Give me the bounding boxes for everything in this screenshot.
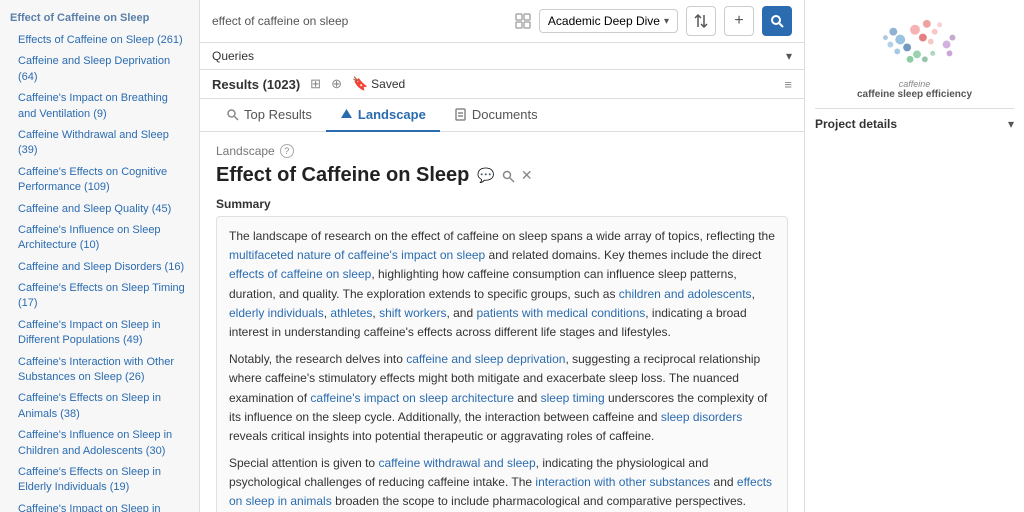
project-details-label: Project details (815, 117, 897, 131)
sidebar-item[interactable]: Effects of Caffeine on Sleep (261) (0, 30, 199, 51)
effect-action-icons: 💬 ✕ (477, 167, 532, 184)
resize-icon (515, 13, 531, 29)
sidebar-item[interactable]: Caffeine's Effects on Sleep in Elderly I… (0, 462, 199, 499)
summary-para-3: Special attention is given to caffeine w… (229, 454, 775, 512)
right-panel: caffeine caffeine sleep efficiency Proje… (804, 0, 1024, 512)
sidebar-item[interactable]: Caffeine Withdrawal and Sleep (39) (0, 125, 199, 162)
plus-icon: + (734, 12, 743, 30)
tabs-container: Top Results Landscape Documents (200, 99, 804, 132)
share-icon[interactable]: ⊕ (331, 76, 342, 92)
sidebar-item[interactable]: Caffeine and Sleep Disorders (16) (0, 257, 199, 278)
landscape-tab-icon (340, 108, 353, 121)
saved-badge[interactable]: 🔖 Saved (352, 76, 405, 92)
tab-documents[interactable]: Documents (440, 99, 552, 132)
expand-icon[interactable]: ⊞ (310, 76, 321, 92)
sidebar-item[interactable]: Caffeine's Effects on Cognitive Performa… (0, 162, 199, 199)
sidebar-item[interactable]: Caffeine's Impact on Breathing and Venti… (0, 88, 199, 125)
logo-area: caffeine caffeine sleep efficiency (815, 10, 1014, 100)
summary-para-1: The landscape of research on the effect … (229, 227, 775, 342)
project-details-arrow-icon: ▾ (1008, 117, 1014, 131)
sidebar-item[interactable]: Caffeine's Influence on Sleep Architectu… (0, 220, 199, 257)
results-bar: Results (1023) ⊞ ⊕ 🔖 Saved ≡ (200, 70, 804, 99)
landscape-section-header: Landscape ? (216, 144, 788, 158)
sidebar-item[interactable]: Caffeine and Sleep Quality (45) (0, 199, 199, 220)
tab-documents-label: Documents (472, 107, 538, 122)
effect-card: Effect of Caffeine on Sleep 💬 ✕ Summary … (216, 164, 788, 512)
summary-box: The landscape of research on the effect … (216, 216, 788, 512)
academic-deep-dive-dropdown[interactable]: Academic Deep Dive ▾ (539, 9, 678, 33)
tab-top-results-label: Top Results (244, 107, 312, 122)
queries-arrow-icon: ▾ (786, 49, 792, 63)
search-tab-icon (226, 108, 239, 121)
comment-icon[interactable]: 💬 (477, 167, 494, 184)
search-button[interactable] (762, 6, 792, 36)
sidebar-item[interactable]: Caffeine's Effects on Sleep in Animals (… (0, 388, 199, 425)
compare-icon-button[interactable] (686, 6, 716, 36)
effect-title: Effect of Caffeine on Sleep (216, 164, 469, 187)
project-details-bar[interactable]: Project details ▾ (815, 108, 1014, 131)
effect-title-row: Effect of Caffeine on Sleep 💬 ✕ (216, 164, 788, 187)
tab-landscape[interactable]: Landscape (326, 99, 440, 132)
sidebar-item[interactable]: Caffeine and Sleep Deprivation (64) (0, 51, 199, 88)
logo-graphic (855, 10, 975, 79)
sidebar: Effect of Caffeine on Sleep Effects of C… (0, 0, 200, 512)
search-query-display: effect of caffeine on sleep (212, 14, 507, 28)
saved-label: Saved (371, 77, 405, 91)
summary-section: Summary The landscape of research on the… (216, 197, 788, 512)
compare-icon (693, 13, 709, 29)
main-content: effect of caffeine on sleep Academic Dee… (200, 0, 804, 512)
summary-para-2: Notably, the research delves into caffei… (229, 350, 775, 446)
logo-brand-name: caffeine (857, 79, 972, 89)
landscape-content: Landscape ? Effect of Caffeine on Sleep … (200, 132, 804, 512)
bookmark-icon: 🔖 (352, 76, 368, 92)
sidebar-item[interactable]: Caffeine's Interaction with Other Substa… (0, 352, 199, 389)
sidebar-item[interactable]: Caffeine's Impact on Sleep in Different … (0, 315, 199, 352)
landscape-help-icon[interactable]: ? (280, 144, 294, 158)
dropdown-label: Academic Deep Dive (548, 14, 660, 28)
documents-tab-icon (454, 108, 467, 121)
queries-label: Queries (212, 49, 254, 63)
topbar: effect of caffeine on sleep Academic Dee… (200, 0, 804, 43)
search-small-icon[interactable] (501, 169, 515, 183)
sidebar-title[interactable]: Effect of Caffeine on Sleep (0, 8, 199, 30)
add-button[interactable]: + (724, 6, 754, 36)
landscape-section-label: Landscape (216, 144, 275, 158)
logo-text-area: caffeine caffeine sleep efficiency (857, 79, 972, 100)
filter-icon[interactable]: ≡ (784, 77, 792, 92)
sidebar-item[interactable]: Caffeine's Impact on Sleep in Patients w… (0, 499, 199, 512)
summary-label: Summary (216, 197, 788, 211)
tab-landscape-label: Landscape (358, 107, 426, 122)
sidebar-item[interactable]: Caffeine's Influence on Sleep in Childre… (0, 425, 199, 462)
dropdown-arrow-icon: ▾ (664, 16, 669, 27)
logo-tagline: caffeine sleep efficiency (857, 89, 972, 100)
tab-top-results[interactable]: Top Results (212, 99, 326, 132)
results-count: Results (1023) (212, 77, 300, 92)
close-icon[interactable]: ✕ (521, 167, 533, 184)
sidebar-item[interactable]: Caffeine's Effects on Sleep Timing (17) (0, 278, 199, 315)
search-icon (770, 14, 784, 28)
queries-bar[interactable]: Queries ▾ (200, 43, 804, 70)
